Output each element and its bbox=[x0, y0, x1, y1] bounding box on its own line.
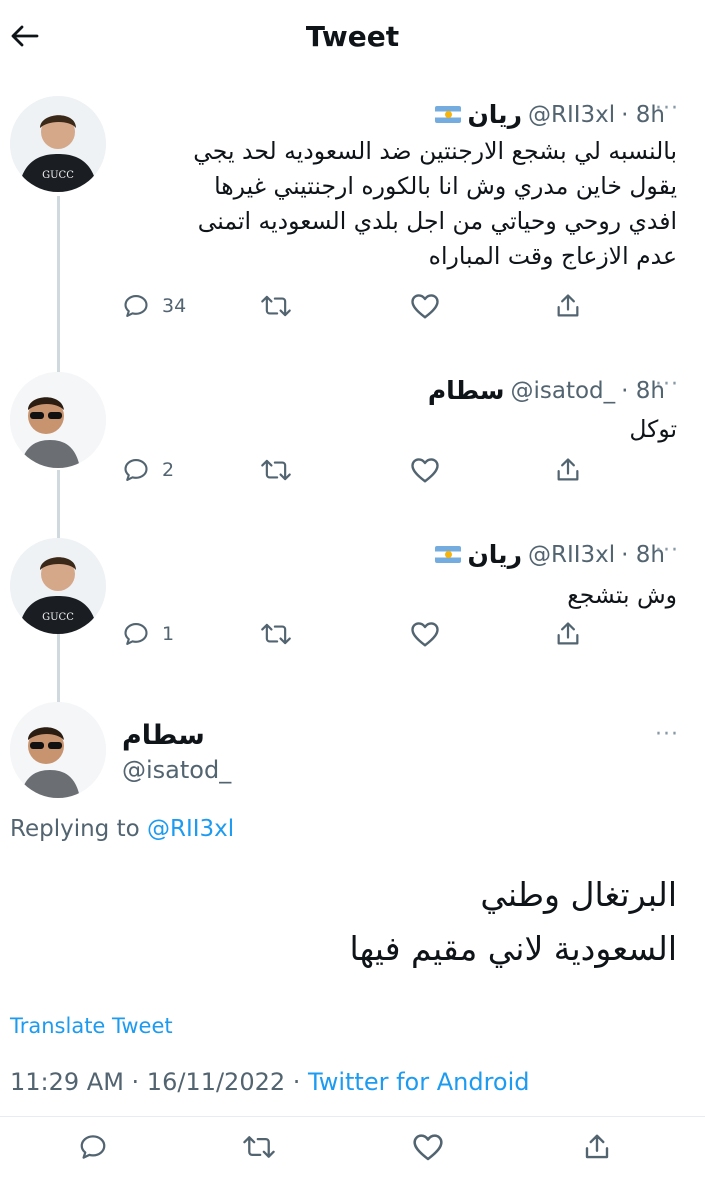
handle[interactable]: @RII3xl bbox=[528, 542, 615, 568]
retweet-icon bbox=[243, 1136, 275, 1158]
like-button[interactable] bbox=[412, 1132, 444, 1162]
thread-tweet[interactable]: GUCC ريان @RII3xl · 8h ··· وش بتشجع 1 bbox=[0, 538, 705, 668]
reply-button[interactable]: 2 bbox=[122, 456, 174, 484]
like-button[interactable] bbox=[410, 620, 440, 648]
main-tweet-line: البرتغال وطني bbox=[480, 875, 677, 914]
share-icon bbox=[585, 1134, 609, 1159]
reply-icon bbox=[80, 1135, 106, 1159]
like-button[interactable] bbox=[410, 456, 440, 484]
timestamp-text: 11:29 AM · 16/11/2022 · bbox=[10, 1068, 309, 1096]
share-button[interactable] bbox=[554, 456, 582, 484]
share-icon bbox=[557, 458, 579, 481]
handle[interactable]: @RII3xl bbox=[528, 102, 615, 128]
replying-to-link[interactable]: @RII3xl bbox=[147, 816, 234, 842]
svg-text:GUCC: GUCC bbox=[42, 170, 74, 181]
more-icon[interactable]: ··· bbox=[655, 96, 679, 121]
tweet-meta: ريان @RII3xl · 8h bbox=[435, 540, 665, 569]
display-name[interactable]: سطام bbox=[428, 376, 505, 405]
page-title: Tweet bbox=[305, 20, 400, 53]
translate-tweet-link[interactable]: Translate Tweet bbox=[10, 1014, 173, 1038]
reply-button[interactable]: 1 bbox=[122, 620, 174, 648]
heart-icon bbox=[413, 1134, 443, 1161]
display-name[interactable]: ريان bbox=[467, 100, 522, 129]
heart-icon bbox=[411, 622, 439, 647]
top-bar: Tweet bbox=[0, 0, 705, 78]
retweet-icon bbox=[261, 459, 291, 481]
share-icon bbox=[557, 622, 579, 645]
reply-icon bbox=[124, 623, 148, 645]
reply-icon bbox=[124, 459, 148, 481]
display-name[interactable]: سطام bbox=[122, 720, 205, 751]
heart-icon bbox=[411, 458, 439, 483]
heart-icon bbox=[411, 294, 439, 319]
more-icon[interactable]: ··· bbox=[655, 372, 679, 397]
main-tweet-actions bbox=[0, 1132, 705, 1172]
retweet-button[interactable] bbox=[242, 1132, 276, 1162]
main-tweet-line: السعودية لاني مقيم فيها bbox=[349, 929, 677, 968]
divider bbox=[0, 1116, 705, 1117]
retweet-icon bbox=[261, 295, 291, 317]
tweet-actions: 34 bbox=[0, 292, 705, 332]
handle[interactable]: @isatod_ bbox=[122, 756, 231, 784]
share-icon bbox=[557, 294, 579, 317]
replying-label: Replying to bbox=[10, 816, 147, 842]
more-icon[interactable]: ··· bbox=[655, 722, 679, 747]
tweet-text: وش بتشجع bbox=[567, 581, 677, 609]
share-button[interactable] bbox=[554, 292, 582, 320]
reply-count: 2 bbox=[162, 459, 175, 481]
share-button[interactable] bbox=[582, 1132, 612, 1162]
avatar[interactable]: GUCC bbox=[10, 96, 106, 192]
retweet-icon bbox=[261, 623, 291, 645]
display-name[interactable]: ريان bbox=[467, 540, 522, 569]
reply-button[interactable] bbox=[78, 1132, 108, 1162]
thread-tweet[interactable]: سطام @isatod_ · 8h ··· توكل 2 bbox=[0, 372, 705, 502]
retweet-button[interactable] bbox=[260, 620, 292, 648]
like-button[interactable] bbox=[410, 292, 440, 320]
tweet-actions: 2 bbox=[0, 456, 705, 496]
sunglasses-avatar-icon bbox=[10, 702, 106, 798]
tweet-text: توكل bbox=[629, 415, 677, 443]
tweet-actions: 1 bbox=[0, 620, 705, 660]
reply-button[interactable]: 34 bbox=[122, 292, 186, 320]
main-tweet-text: البرتغال وطني السعودية لاني مقيم فيها bbox=[350, 868, 677, 976]
handle[interactable]: @isatod_ bbox=[510, 378, 615, 404]
replying-to: Replying to @RII3xl bbox=[10, 816, 234, 842]
tweet-meta: ريان @RII3xl · 8h bbox=[435, 100, 665, 129]
more-icon[interactable]: ··· bbox=[655, 538, 679, 563]
reply-count: 34 bbox=[162, 295, 187, 317]
reply-icon bbox=[124, 295, 148, 317]
share-button[interactable] bbox=[554, 620, 582, 648]
tweet-text: بالنسبه لي بشجع الارجنتين ضد السعوديه لح… bbox=[193, 137, 677, 270]
retweet-button[interactable] bbox=[260, 456, 292, 484]
tweet-timestamp: 11:29 AM · 16/11/2022 · Twitter for Andr… bbox=[10, 1068, 530, 1096]
tweet-meta: سطام @isatod_ · 8h bbox=[428, 376, 665, 405]
reply-count: 1 bbox=[162, 623, 175, 645]
avatar[interactable] bbox=[10, 372, 106, 468]
avatar[interactable] bbox=[10, 702, 106, 798]
argentina-flag-icon bbox=[435, 546, 462, 563]
gucci-hoodie-avatar-icon: GUCC bbox=[10, 96, 106, 192]
client-link[interactable]: Twitter for Android bbox=[308, 1068, 529, 1096]
thread-tweet[interactable]: GUCC ريان @RII3xl · 8h ··· بالنسبه لي بش… bbox=[0, 96, 705, 346]
retweet-button[interactable] bbox=[260, 292, 292, 320]
argentina-flag-icon bbox=[435, 106, 462, 123]
sunglasses-avatar-icon bbox=[10, 372, 106, 468]
